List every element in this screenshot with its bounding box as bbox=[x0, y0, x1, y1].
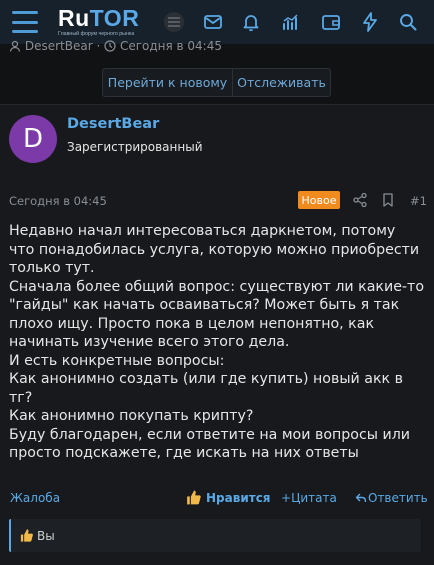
thread-button-bar: Перейти к новому Отслеживать bbox=[0, 61, 434, 105]
clock-icon bbox=[104, 40, 116, 55]
post-actions: Жалоба Нравится +Цитата Ответить bbox=[0, 488, 434, 510]
likes-summary[interactable]: Вы bbox=[9, 519, 421, 552]
user-title: Зарегистрированный bbox=[67, 140, 203, 154]
plus-icon: + bbox=[281, 491, 292, 505]
reply-icon bbox=[355, 492, 368, 504]
like-button[interactable]: Нравится bbox=[185, 489, 271, 506]
hamburger-icon[interactable] bbox=[12, 11, 38, 33]
bell-icon[interactable] bbox=[240, 11, 262, 33]
thumbs-up-icon bbox=[19, 528, 34, 543]
logo-emblem-icon bbox=[164, 12, 184, 32]
post-date[interactable]: Сегодня в 04:45 bbox=[9, 194, 107, 208]
share-icon[interactable] bbox=[352, 192, 368, 208]
post-header: Сегодня в 04:45 Новое #1 bbox=[0, 187, 434, 213]
thumbs-up-icon bbox=[185, 489, 206, 506]
thread-author[interactable]: DesertBear bbox=[25, 39, 93, 53]
message-line: Недавно начал интересоваться даркнетом, … bbox=[9, 223, 420, 276]
mail-icon[interactable] bbox=[202, 11, 224, 33]
message-line: И есть конкретные вопросы: bbox=[9, 352, 225, 369]
top-navbar: RuTOR Главный форум черного рынка bbox=[0, 0, 434, 44]
avatar[interactable]: D bbox=[9, 115, 57, 163]
quote-button[interactable]: +Цитата bbox=[281, 491, 337, 505]
message-line: Сначала более общий вопрос: существуют л… bbox=[9, 278, 424, 351]
logo-wordmark: RuTOR bbox=[58, 6, 152, 30]
post-user-block: D DesertBear Зарегистрированный bbox=[0, 105, 434, 181]
post-number[interactable]: #1 bbox=[410, 194, 427, 208]
meta-separator: · bbox=[96, 39, 105, 53]
logo-ru: Ru bbox=[58, 5, 90, 31]
likes-text: Вы bbox=[37, 528, 55, 543]
quote-label: Цитата bbox=[291, 491, 337, 505]
logo-tor: TOR bbox=[89, 5, 140, 31]
post: D DesertBear Зарегистрированный Сегодня … bbox=[0, 104, 434, 565]
lightning-icon[interactable] bbox=[359, 11, 381, 33]
user-icon bbox=[9, 40, 21, 55]
site-logo[interactable]: RuTOR Главный форум черного рынка bbox=[58, 6, 152, 40]
like-label: Нравится bbox=[206, 490, 271, 505]
message-line: Буду благодарен, если ответите на мои во… bbox=[9, 426, 410, 462]
wallet-icon[interactable] bbox=[320, 11, 342, 33]
reply-button[interactable]: Ответить bbox=[355, 491, 428, 505]
thread-meta: DesertBear · Сегодня в 04:45 bbox=[9, 39, 222, 55]
post-username[interactable]: DesertBear bbox=[67, 116, 159, 132]
goto-new-button[interactable]: Перейти к новому bbox=[102, 68, 233, 97]
logo-tagline: Главный форум черного рынка bbox=[58, 31, 135, 37]
bookmark-icon[interactable] bbox=[380, 192, 396, 208]
report-link[interactable]: Жалоба bbox=[10, 491, 60, 505]
reply-label: Ответить bbox=[368, 491, 428, 505]
search-icon[interactable] bbox=[397, 11, 419, 33]
thread-date[interactable]: Сегодня в 04:45 bbox=[120, 39, 222, 53]
chart-icon[interactable] bbox=[280, 11, 302, 33]
message-line: Как анонимно покупать крипту? bbox=[9, 408, 254, 424]
message-line: Как анонимно создать (или где купить) но… bbox=[9, 371, 403, 406]
post-message: Недавно начал интересоваться даркнетом, … bbox=[9, 222, 425, 463]
watch-button[interactable]: Отслеживать bbox=[232, 68, 331, 97]
new-badge: Новое bbox=[298, 191, 340, 209]
